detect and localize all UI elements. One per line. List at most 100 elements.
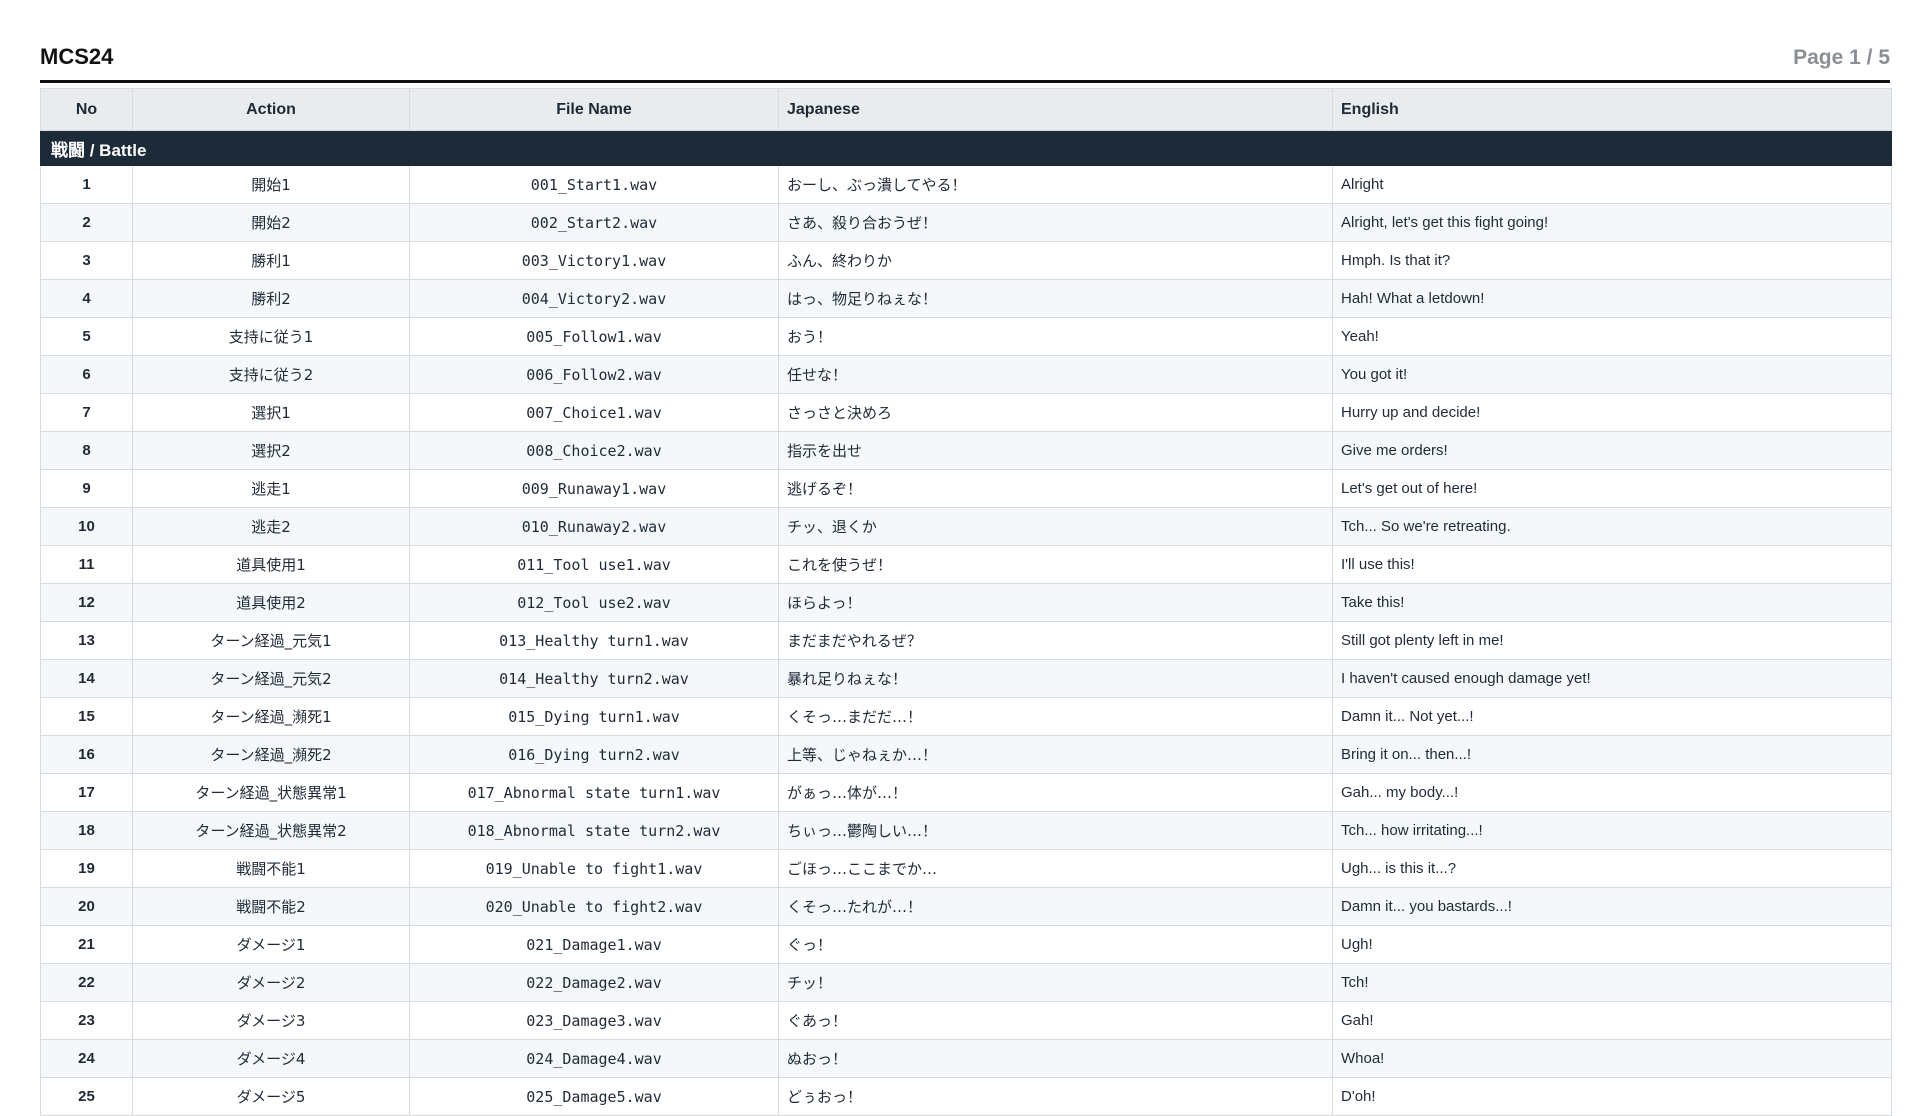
- japanese-cell: ぐあっ！: [778, 1001, 1333, 1040]
- english-cell: Still got plenty left in me!: [1332, 621, 1892, 660]
- row-number: 25: [40, 1077, 133, 1116]
- row-number: 20: [40, 887, 133, 926]
- action-cell: 逃走1: [132, 469, 410, 508]
- english-cell: Whoa!: [1332, 1039, 1892, 1078]
- row-number: 18: [40, 811, 133, 850]
- action-cell: 勝利1: [132, 241, 410, 280]
- table-row: 6 支持に従う2 006_Follow2.wav 任せな！ You got it!: [40, 355, 1892, 394]
- row-number: 22: [40, 963, 133, 1002]
- japanese-cell: おーし、ぶっ潰してやる！: [778, 165, 1333, 204]
- file-name-cell: 015_Dying turn1.wav: [409, 697, 779, 736]
- japanese-cell: 任せな！: [778, 355, 1333, 394]
- file-name-cell: 021_Damage1.wav: [409, 925, 779, 964]
- table-row: 8 選択2 008_Choice2.wav 指示を出せ Give me orders!: [40, 431, 1892, 470]
- file-name-cell: 001_Start1.wav: [409, 165, 779, 204]
- table-row: 7 選択1 007_Choice1.wav さっさと決めろ Hurry up and d…: [40, 393, 1892, 432]
- file-name-cell: 019_Unable to fight1.wav: [409, 849, 779, 888]
- file-name-cell: 013_Healthy turn1.wav: [409, 621, 779, 660]
- row-number: 19: [40, 849, 133, 888]
- file-name-cell: 008_Choice2.wav: [409, 431, 779, 470]
- japanese-cell: まだまだやれるぜ？: [778, 621, 1333, 660]
- file-name-cell: 014_Healthy turn2.wav: [409, 659, 779, 698]
- japanese-cell: 指示を出せ: [778, 431, 1333, 470]
- row-number: 23: [40, 1001, 133, 1040]
- action-cell: 戦闘不能1: [132, 849, 410, 888]
- action-cell: ダメージ2: [132, 963, 410, 1002]
- row-number: 21: [40, 925, 133, 964]
- row-number: 16: [40, 735, 133, 774]
- page-indicator: Page 1 / 5: [1793, 46, 1890, 69]
- file-name-cell: 018_Abnormal state turn2.wav: [409, 811, 779, 850]
- column-header-action: Action: [132, 88, 410, 131]
- english-cell: Hah! What a letdown!: [1332, 279, 1892, 318]
- english-cell: Give me orders!: [1332, 431, 1892, 470]
- file-name-cell: 010_Runaway2.wav: [409, 507, 779, 546]
- action-cell: 逃走2: [132, 507, 410, 546]
- japanese-cell: ぬおっ！: [778, 1039, 1333, 1078]
- japanese-cell: どぅおっ！: [778, 1077, 1333, 1116]
- row-number: 9: [40, 469, 133, 508]
- table-row: 16 ターン経過_瀕死2 016_Dying turn2.wav 上等、じゃねぇか…！…: [40, 735, 1892, 774]
- english-cell: Yeah!: [1332, 317, 1892, 356]
- file-name-cell: 025_Damage5.wav: [409, 1077, 779, 1116]
- row-number: 1: [40, 165, 133, 204]
- table-row: 22 ダメージ2 022_Damage2.wav チッ！ Tch!: [40, 963, 1892, 1002]
- japanese-cell: チッ！: [778, 963, 1333, 1002]
- action-cell: 道具使用1: [132, 545, 410, 584]
- table-row: 5 支持に従う1 005_Follow1.wav おう！ Yeah!: [40, 317, 1892, 356]
- japanese-cell: くそっ…たれが…！: [778, 887, 1333, 926]
- english-cell: Take this!: [1332, 583, 1892, 622]
- english-cell: Alright, let's get this fight going!: [1332, 203, 1892, 242]
- file-name-cell: 005_Follow1.wav: [409, 317, 779, 356]
- action-cell: 選択2: [132, 431, 410, 470]
- row-number: 15: [40, 697, 133, 736]
- voice-line-table: No Action File Name Japanese English 戦闘 …: [40, 88, 1892, 1116]
- japanese-cell: さっさと決めろ: [778, 393, 1333, 432]
- row-number: 4: [40, 279, 133, 318]
- table-row: 23 ダメージ3 023_Damage3.wav ぐあっ！ Gah!: [40, 1001, 1892, 1040]
- english-cell: Damn it... Not yet...!: [1332, 697, 1892, 736]
- action-cell: ターン経過_状態異常2: [132, 811, 410, 850]
- english-cell: Ugh!: [1332, 925, 1892, 964]
- english-cell: Tch!: [1332, 963, 1892, 1002]
- table-row: 24 ダメージ4 024_Damage4.wav ぬおっ！ Whoa!: [40, 1039, 1892, 1078]
- row-number: 8: [40, 431, 133, 470]
- english-cell: Tch... how irritating...!: [1332, 811, 1892, 850]
- japanese-cell: はっ、物足りねぇな！: [778, 279, 1333, 318]
- file-name-cell: 024_Damage4.wav: [409, 1039, 779, 1078]
- file-name-cell: 016_Dying turn2.wav: [409, 735, 779, 774]
- japanese-cell: 逃げるぞ！: [778, 469, 1333, 508]
- row-number: 6: [40, 355, 133, 394]
- file-name-cell: 009_Runaway1.wav: [409, 469, 779, 508]
- action-cell: 支持に従う2: [132, 355, 410, 394]
- japanese-cell: これを使うぜ！: [778, 545, 1333, 584]
- row-number: 2: [40, 203, 133, 242]
- file-name-cell: 003_Victory1.wav: [409, 241, 779, 280]
- action-cell: 開始2: [132, 203, 410, 242]
- table-row: 9 逃走1 009_Runaway1.wav 逃げるぞ！ Let's get out o…: [40, 469, 1892, 508]
- table-row: 11 道具使用1 011_Tool use1.wav これを使うぜ！ I'll use …: [40, 545, 1892, 584]
- file-name-cell: 002_Start2.wav: [409, 203, 779, 242]
- column-header-japanese: Japanese: [778, 88, 1333, 131]
- row-number: 10: [40, 507, 133, 546]
- english-cell: Tch... So we're retreating.: [1332, 507, 1892, 546]
- column-header-english: English: [1332, 88, 1892, 131]
- file-name-cell: 011_Tool use1.wav: [409, 545, 779, 584]
- action-cell: ターン経過_瀕死2: [132, 735, 410, 774]
- action-cell: 道具使用2: [132, 583, 410, 622]
- document-title: MCS24: [40, 44, 114, 69]
- action-cell: 選択1: [132, 393, 410, 432]
- action-cell: ターン経過_瀕死1: [132, 697, 410, 736]
- japanese-cell: ほらよっ！: [778, 583, 1333, 622]
- section-title: 戦闘 / Battle: [40, 130, 1892, 166]
- english-cell: Hmph. Is that it?: [1332, 241, 1892, 280]
- english-cell: I'll use this!: [1332, 545, 1892, 584]
- action-cell: ダメージ3: [132, 1001, 410, 1040]
- japanese-cell: 暴れ足りねぇな！: [778, 659, 1333, 698]
- header-row: No Action File Name Japanese English: [40, 88, 1892, 131]
- action-cell: ダメージ5: [132, 1077, 410, 1116]
- english-cell: Gah... my body...!: [1332, 773, 1892, 812]
- row-number: 17: [40, 773, 133, 812]
- row-number: 12: [40, 583, 133, 622]
- row-number: 3: [40, 241, 133, 280]
